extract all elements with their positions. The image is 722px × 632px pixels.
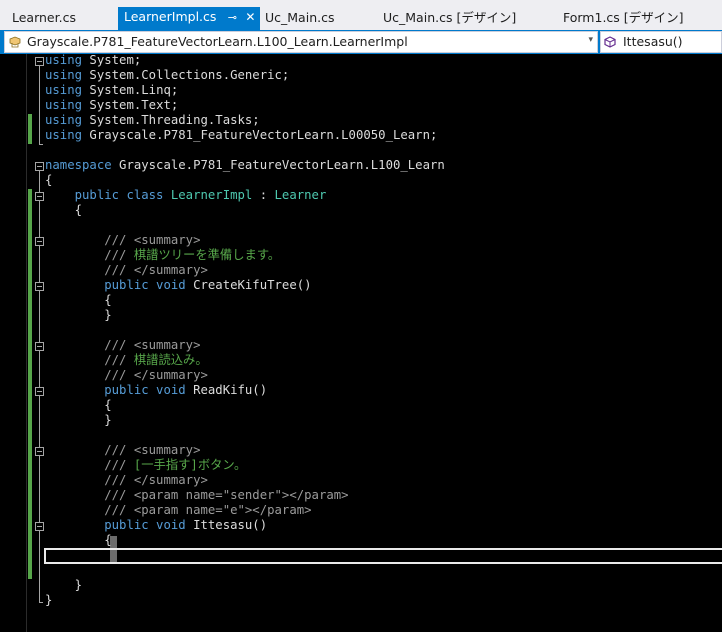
collapse-icon[interactable] xyxy=(35,522,44,531)
navigation-bar: Grayscale.P781_FeatureVectorLearn.L100_L… xyxy=(0,30,722,54)
code-line: using System.Collections.Generic; xyxy=(45,68,290,82)
change-indicator xyxy=(28,189,32,579)
collapse-icon[interactable] xyxy=(35,342,44,351)
tab-label: Learner.cs xyxy=(12,10,76,25)
code-line: { xyxy=(45,293,112,307)
margin-divider xyxy=(26,54,27,632)
current-line-highlight xyxy=(44,548,722,564)
code-line: { xyxy=(45,398,112,412)
collapse-icon[interactable] xyxy=(35,387,44,396)
tab-uc-main-cs[interactable]: Uc_Main.cs xyxy=(265,8,334,30)
method-icon xyxy=(604,36,616,48)
change-indicator xyxy=(28,114,32,144)
class-dropdown[interactable]: Grayscale.P781_FeatureVectorLearn.L100_L… xyxy=(4,31,598,53)
code-line: public void ReadKifu() xyxy=(104,383,268,397)
code-line: using System.Text; xyxy=(45,98,179,112)
collapse-icon[interactable] xyxy=(35,57,44,66)
code-line: public void CreateKifuTree() xyxy=(104,278,312,292)
code-line: using System; xyxy=(45,54,142,67)
code-line: public class LearnerImpl : Learner xyxy=(74,188,327,202)
collapse-icon[interactable] xyxy=(35,447,44,456)
code-line: { xyxy=(45,203,83,217)
code-line: using System.Threading.Tasks; xyxy=(45,113,260,127)
code-line: /// 棋譜読込み。 xyxy=(45,353,208,367)
code-line: /// <param name="sender"></param> xyxy=(45,488,349,502)
code-line: } xyxy=(45,593,53,607)
tab-label: LearnerImpl.cs xyxy=(124,9,217,24)
code-line: { xyxy=(45,173,53,187)
code-line: /// <param name="e"></param> xyxy=(45,503,312,517)
tab-uc-main-design[interactable]: Uc_Main.cs [デザイン] xyxy=(383,8,516,30)
collapse-icon[interactable] xyxy=(35,282,44,291)
code-line: using System.Linq; xyxy=(45,83,179,97)
tab-learner-cs[interactable]: Learner.cs xyxy=(12,8,76,30)
outline-line xyxy=(39,64,40,144)
member-dropdown[interactable]: Ittesasu() xyxy=(600,31,722,53)
tab-learnerimpl-cs[interactable]: LearnerImpl.cs ⊸ ✕ xyxy=(118,7,260,30)
tab-label: Form1.cs [デザイン] xyxy=(563,10,684,25)
chevron-down-icon[interactable]: ▾ xyxy=(588,35,593,45)
class-path-label: Grayscale.P781_FeatureVectorLearn.L100_L… xyxy=(27,34,408,49)
code-line: using Grayscale.P781_FeatureVectorLearn.… xyxy=(45,128,438,142)
collapse-icon[interactable] xyxy=(35,162,44,171)
code-editor[interactable]: using System; using System.Collections.G… xyxy=(0,54,722,632)
class-icon xyxy=(9,36,21,48)
code-line: namespace Grayscale.P781_FeatureVectorLe… xyxy=(45,158,445,172)
member-label: Ittesasu() xyxy=(623,34,683,49)
code-line: } xyxy=(45,308,112,322)
tab-label: Uc_Main.cs xyxy=(265,10,335,25)
document-tab-strip: Learner.cs LearnerImpl.cs ⊸ ✕ Uc_Main.cs U… xyxy=(0,0,722,30)
code-line: } xyxy=(45,578,83,592)
code-line: /// <summary> xyxy=(45,233,201,247)
outline-end xyxy=(39,602,43,603)
pin-icon[interactable]: ⊸ xyxy=(226,8,238,28)
close-icon[interactable]: ✕ xyxy=(244,7,256,27)
code-line: /// </summary> xyxy=(45,368,208,382)
collapse-icon[interactable] xyxy=(35,237,44,246)
code-line: /// 棋譜ツリーを準備します。 xyxy=(45,248,281,262)
tab-form1-design[interactable]: Form1.cs [デザイン] xyxy=(563,8,684,30)
tab-label: Uc_Main.cs [デザイン] xyxy=(383,10,517,25)
code-line: /// </summary> xyxy=(45,473,208,487)
code-line: /// <summary> xyxy=(45,443,201,457)
code-line: { xyxy=(45,533,112,547)
code-line: /// <summary> xyxy=(45,338,201,352)
code-line: /// [一手指す]ボタン。 xyxy=(45,458,247,472)
collapse-icon[interactable] xyxy=(35,192,44,201)
outline-line xyxy=(39,169,40,602)
code-line: } xyxy=(45,413,112,427)
outline-end xyxy=(39,144,43,145)
code-line: public void Ittesasu() xyxy=(104,518,268,532)
code-line: /// </summary> xyxy=(45,263,208,277)
